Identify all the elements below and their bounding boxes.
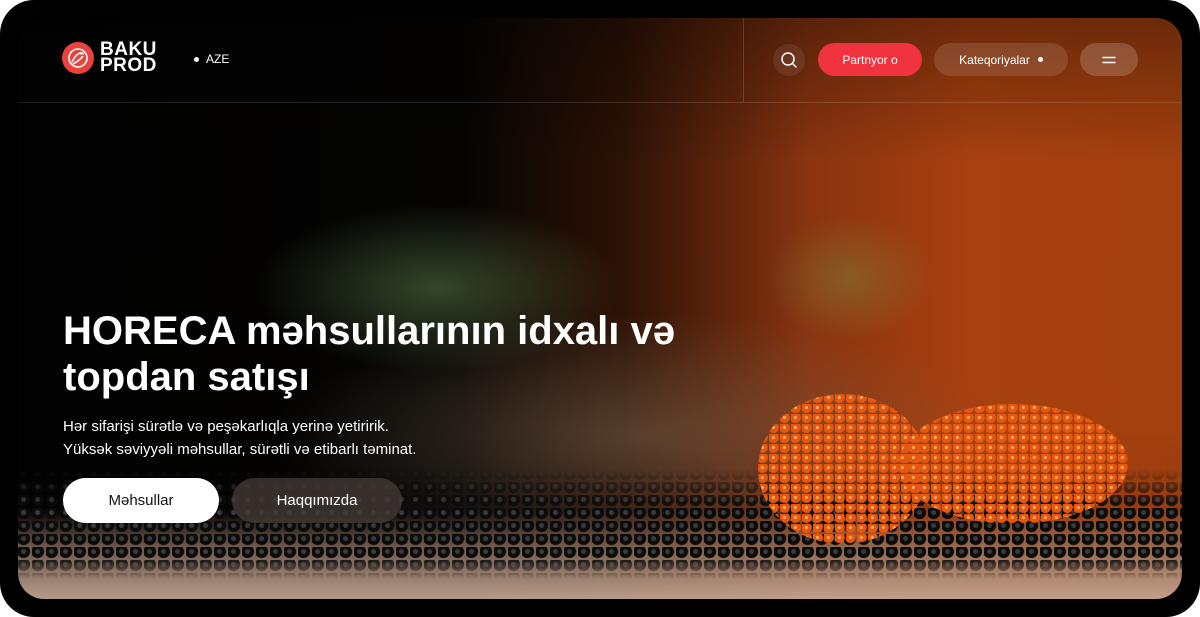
search-icon bbox=[781, 52, 797, 68]
logo-line-2: PROD bbox=[100, 55, 157, 76]
language-label: AZE bbox=[206, 52, 230, 66]
site-header: BAKU PROD AZE Partnyor o Kateqoriyalar bbox=[18, 18, 1182, 103]
products-button[interactable]: Məhsullar bbox=[63, 478, 219, 523]
language-switcher[interactable]: AZE bbox=[194, 52, 229, 66]
menu-button[interactable] bbox=[1080, 43, 1138, 76]
language-dot-icon bbox=[194, 56, 199, 62]
hero-subtitle-line-1: Hər sifarişi sürətlə və peşəkarlıqla yer… bbox=[63, 418, 389, 435]
device-frame: BAKU PROD AZE Partnyor o Kateqoriyalar H… bbox=[0, 0, 1200, 617]
header-divider bbox=[743, 18, 744, 102]
search-button[interactable] bbox=[773, 44, 805, 76]
hamburger-menu-icon bbox=[1102, 56, 1116, 63]
baku-prod-logo-icon bbox=[62, 42, 94, 74]
about-button[interactable]: Haqqımızda bbox=[232, 478, 402, 523]
partner-button-label: Partnyor o bbox=[842, 52, 898, 67]
orange-roe-image bbox=[898, 404, 1128, 524]
partner-button[interactable]: Partnyor o bbox=[818, 43, 922, 76]
categories-button[interactable]: Kateqoriyalar bbox=[934, 43, 1068, 76]
hero-subtitle-line-2: Yüksək səviyyəli məhsullar, sürətli və e… bbox=[63, 441, 417, 458]
site-logo[interactable]: BAKU PROD bbox=[62, 40, 157, 76]
categories-dot-icon bbox=[1037, 57, 1043, 62]
hero-subtitle: Hər sifarişi sürətlə və peşəkarlıqla yer… bbox=[63, 415, 663, 461]
hero-title: HORECA məhsullarının idxalı və topdan sa… bbox=[63, 309, 676, 399]
categories-button-label: Kateqoriyalar bbox=[959, 52, 1030, 67]
logo-text: BAKU PROD bbox=[100, 40, 157, 76]
hero-section: BAKU PROD AZE Partnyor o Kateqoriyalar H… bbox=[18, 18, 1182, 599]
